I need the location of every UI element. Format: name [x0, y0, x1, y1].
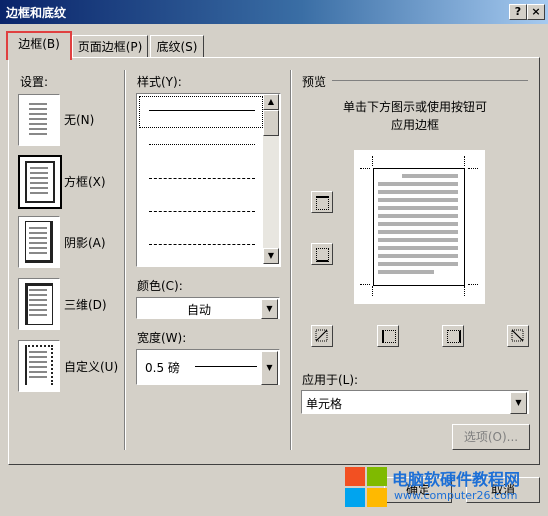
column-separator-highlight	[125, 70, 126, 450]
color-select[interactable]: 自动 ▼	[136, 297, 280, 319]
setting-box-icon[interactable]	[18, 155, 62, 209]
tab-shading[interactable]: 底纹(S)	[150, 35, 204, 58]
scroll-down-arrow-icon[interactable]: ▼	[263, 248, 279, 264]
preview-instruction-2: 应用边框	[390, 118, 439, 132]
tab-borders[interactable]: 边框(B)	[6, 31, 72, 60]
style-dash-dot-line[interactable]	[149, 244, 255, 245]
watermark-url: www.computer26.com	[394, 489, 518, 502]
left-border-toggle-icon[interactable]	[377, 325, 399, 347]
chevron-down-icon[interactable]: ▼	[261, 351, 278, 385]
preview-label: 预览	[302, 75, 327, 89]
setting-custom-label[interactable]: 自定义(U)	[64, 358, 118, 375]
options-button[interactable]: 选项(O)...	[452, 424, 530, 450]
settings-label: 设置:	[20, 75, 49, 89]
right-border-toggle-icon[interactable]	[442, 325, 464, 347]
width-label: 宽度(W):	[137, 331, 187, 345]
windows-logo-icon	[345, 467, 387, 507]
help-button[interactable]: ?	[509, 4, 527, 20]
column-separator-highlight	[291, 70, 292, 450]
setting-none-label[interactable]: 无(N)	[64, 111, 94, 128]
width-line-sample	[195, 366, 257, 367]
style-dotted-line[interactable]	[149, 144, 255, 145]
width-value: 0.5 磅	[145, 361, 180, 375]
tab-label: 边框(B)	[18, 37, 60, 51]
chevron-down-icon[interactable]: ▼	[261, 299, 278, 319]
scroll-up-arrow-icon[interactable]: ▲	[263, 94, 279, 110]
color-value: 自动	[186, 303, 211, 317]
apply-to-value: 单元格	[306, 397, 343, 411]
apply-to-select[interactable]: 单元格 ▼	[301, 390, 529, 414]
apply-to-label: 应用于(L):	[302, 373, 359, 387]
window-title: 边框和底纹	[6, 6, 67, 20]
style-solid-line[interactable]	[149, 110, 255, 111]
setting-3d-icon[interactable]	[18, 278, 60, 330]
setting-box-label[interactable]: 方框(X)	[64, 173, 106, 190]
title-bar	[0, 0, 548, 24]
preview-group-line	[332, 80, 528, 81]
scroll-thumb[interactable]	[263, 110, 279, 136]
setting-none-icon[interactable]	[18, 94, 60, 146]
width-select[interactable]: 0.5 磅 ▼	[136, 349, 280, 385]
watermark-site-name: 电脑软硬件教程网	[392, 470, 521, 489]
style-long-dash-line[interactable]	[149, 211, 255, 212]
setting-3d-label[interactable]: 三维(D)	[64, 296, 107, 313]
setting-shadow-icon[interactable]	[18, 216, 60, 268]
chevron-down-icon[interactable]: ▼	[510, 392, 527, 414]
style-scrollbar[interactable]: ▲ ▼	[263, 94, 279, 264]
tab-page-border[interactable]: 页面边框(P)	[72, 35, 148, 58]
tab-label: 页面边框(P)	[77, 40, 143, 54]
style-list[interactable]: ▲ ▼	[136, 93, 281, 267]
top-border-toggle-icon[interactable]	[311, 191, 333, 213]
style-label: 样式(Y):	[137, 75, 182, 89]
preview-border-box	[373, 168, 465, 286]
preview-instruction-1: 单击下方图示或使用按钮可	[342, 100, 487, 114]
style-item-selected[interactable]	[139, 96, 263, 128]
preview-diagram[interactable]	[354, 150, 485, 304]
diagonal-down-border-icon[interactable]	[311, 325, 333, 347]
setting-shadow-label[interactable]: 阴影(A)	[64, 234, 106, 251]
color-label: 颜色(C):	[137, 279, 183, 293]
bottom-border-toggle-icon[interactable]	[311, 243, 333, 265]
setting-custom-icon[interactable]	[18, 340, 60, 392]
close-button[interactable]: ×	[527, 4, 545, 20]
tab-label: 底纹(S)	[156, 40, 198, 54]
style-dashed-line[interactable]	[149, 178, 255, 179]
diagonal-up-border-icon[interactable]	[507, 325, 529, 347]
